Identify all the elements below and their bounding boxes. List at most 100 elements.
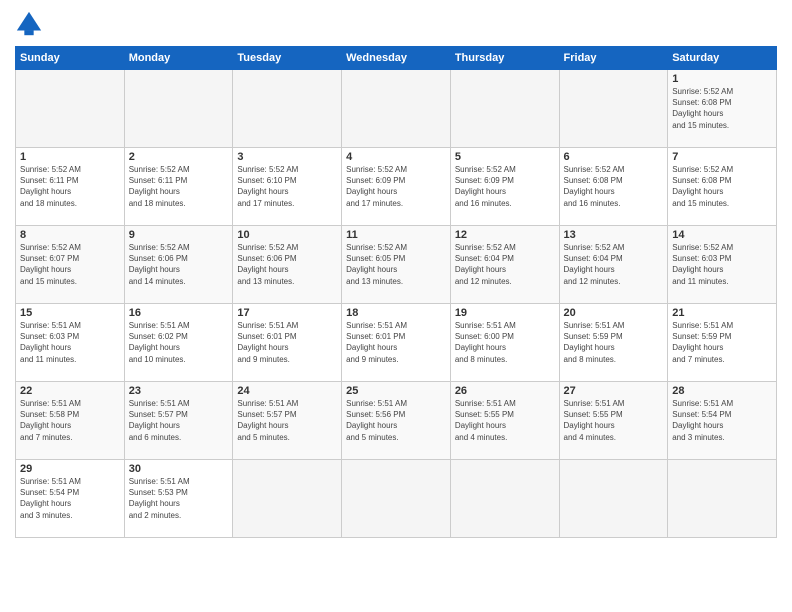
day-number: 21 bbox=[672, 307, 772, 319]
day-number: 8 bbox=[20, 229, 120, 241]
day-number: 17 bbox=[237, 307, 337, 319]
calendar-day: 12 Sunrise: 5:52 AM Sunset: 6:04 PM Dayl… bbox=[450, 226, 559, 304]
day-info: Sunrise: 5:52 AM Sunset: 6:06 PM Dayligh… bbox=[129, 242, 229, 287]
day-number: 22 bbox=[20, 385, 120, 397]
day-number: 27 bbox=[564, 385, 664, 397]
calendar-day: 20 Sunrise: 5:51 AM Sunset: 5:59 PM Dayl… bbox=[559, 304, 668, 382]
calendar-day: 14 Sunrise: 5:52 AM Sunset: 6:03 PM Dayl… bbox=[668, 226, 777, 304]
calendar-day: 6 Sunrise: 5:52 AM Sunset: 6:08 PM Dayli… bbox=[559, 148, 668, 226]
day-number: 25 bbox=[346, 385, 446, 397]
day-info: Sunrise: 5:51 AM Sunset: 6:01 PM Dayligh… bbox=[346, 320, 446, 365]
day-info: Sunrise: 5:52 AM Sunset: 6:08 PM Dayligh… bbox=[672, 164, 772, 209]
day-number: 15 bbox=[20, 307, 120, 319]
day-number: 11 bbox=[346, 229, 446, 241]
calendar-day: 10 Sunrise: 5:52 AM Sunset: 6:06 PM Dayl… bbox=[233, 226, 342, 304]
day-info: Sunrise: 5:52 AM Sunset: 6:07 PM Dayligh… bbox=[20, 242, 120, 287]
day-number: 4 bbox=[346, 151, 446, 163]
day-info: Sunrise: 5:51 AM Sunset: 5:59 PM Dayligh… bbox=[564, 320, 664, 365]
day-info: Sunrise: 5:52 AM Sunset: 6:11 PM Dayligh… bbox=[129, 164, 229, 209]
calendar-week: 29 Sunrise: 5:51 AM Sunset: 5:54 PM Dayl… bbox=[16, 460, 777, 538]
day-info: Sunrise: 5:51 AM Sunset: 6:01 PM Dayligh… bbox=[237, 320, 337, 365]
calendar-day: 19 Sunrise: 5:51 AM Sunset: 6:00 PM Dayl… bbox=[450, 304, 559, 382]
day-info: Sunrise: 5:51 AM Sunset: 5:53 PM Dayligh… bbox=[129, 476, 229, 521]
calendar-day: 5 Sunrise: 5:52 AM Sunset: 6:09 PM Dayli… bbox=[450, 148, 559, 226]
calendar-day: 1 Sunrise: 5:52 AM Sunset: 6:11 PM Dayli… bbox=[16, 148, 125, 226]
calendar-day: 23 Sunrise: 5:51 AM Sunset: 5:57 PM Dayl… bbox=[124, 382, 233, 460]
day-info: Sunrise: 5:51 AM Sunset: 5:57 PM Dayligh… bbox=[129, 398, 229, 443]
calendar-day: 13 Sunrise: 5:52 AM Sunset: 6:04 PM Dayl… bbox=[559, 226, 668, 304]
day-header: Wednesday bbox=[342, 47, 451, 70]
day-info: Sunrise: 5:52 AM Sunset: 6:06 PM Dayligh… bbox=[237, 242, 337, 287]
day-header: Sunday bbox=[16, 47, 125, 70]
day-info: Sunrise: 5:51 AM Sunset: 5:59 PM Dayligh… bbox=[672, 320, 772, 365]
day-info: Sunrise: 5:51 AM Sunset: 6:03 PM Dayligh… bbox=[20, 320, 120, 365]
calendar-container: SundayMondayTuesdayWednesdayThursdayFrid… bbox=[0, 0, 792, 612]
calendar-day: 4 Sunrise: 5:52 AM Sunset: 6:09 PM Dayli… bbox=[342, 148, 451, 226]
day-number: 26 bbox=[455, 385, 555, 397]
day-info: Sunrise: 5:51 AM Sunset: 5:55 PM Dayligh… bbox=[455, 398, 555, 443]
day-info: Sunrise: 5:52 AM Sunset: 6:04 PM Dayligh… bbox=[455, 242, 555, 287]
day-info: Sunrise: 5:52 AM Sunset: 6:08 PM Dayligh… bbox=[672, 86, 772, 131]
day-info: Sunrise: 5:51 AM Sunset: 5:58 PM Dayligh… bbox=[20, 398, 120, 443]
day-info: Sunrise: 5:52 AM Sunset: 6:10 PM Dayligh… bbox=[237, 164, 337, 209]
calendar-day bbox=[124, 70, 233, 148]
calendar-week: 1 Sunrise: 5:52 AM Sunset: 6:11 PM Dayli… bbox=[16, 148, 777, 226]
calendar-body: 1 Sunrise: 5:52 AM Sunset: 6:08 PM Dayli… bbox=[16, 70, 777, 538]
day-header: Thursday bbox=[450, 47, 559, 70]
day-number: 16 bbox=[129, 307, 229, 319]
day-header: Tuesday bbox=[233, 47, 342, 70]
calendar-day: 27 Sunrise: 5:51 AM Sunset: 5:55 PM Dayl… bbox=[559, 382, 668, 460]
calendar-day bbox=[233, 70, 342, 148]
day-number: 6 bbox=[564, 151, 664, 163]
calendar-day bbox=[668, 460, 777, 538]
day-number: 29 bbox=[20, 463, 120, 475]
day-number: 14 bbox=[672, 229, 772, 241]
day-info: Sunrise: 5:52 AM Sunset: 6:08 PM Dayligh… bbox=[564, 164, 664, 209]
calendar-day: 15 Sunrise: 5:51 AM Sunset: 6:03 PM Dayl… bbox=[16, 304, 125, 382]
calendar-day bbox=[16, 70, 125, 148]
day-info: Sunrise: 5:52 AM Sunset: 6:09 PM Dayligh… bbox=[455, 164, 555, 209]
day-number: 3 bbox=[237, 151, 337, 163]
day-header: Monday bbox=[124, 47, 233, 70]
calendar-day: 26 Sunrise: 5:51 AM Sunset: 5:55 PM Dayl… bbox=[450, 382, 559, 460]
calendar-day: 25 Sunrise: 5:51 AM Sunset: 5:56 PM Dayl… bbox=[342, 382, 451, 460]
calendar-day: 7 Sunrise: 5:52 AM Sunset: 6:08 PM Dayli… bbox=[668, 148, 777, 226]
day-number: 10 bbox=[237, 229, 337, 241]
calendar-day bbox=[342, 70, 451, 148]
calendar-week: 1 Sunrise: 5:52 AM Sunset: 6:08 PM Dayli… bbox=[16, 70, 777, 148]
day-headers: SundayMondayTuesdayWednesdayThursdayFrid… bbox=[16, 47, 777, 70]
day-info: Sunrise: 5:51 AM Sunset: 5:56 PM Dayligh… bbox=[346, 398, 446, 443]
day-number: 20 bbox=[564, 307, 664, 319]
day-info: Sunrise: 5:52 AM Sunset: 6:09 PM Dayligh… bbox=[346, 164, 446, 209]
calendar-day: 16 Sunrise: 5:51 AM Sunset: 6:02 PM Dayl… bbox=[124, 304, 233, 382]
calendar-day: 18 Sunrise: 5:51 AM Sunset: 6:01 PM Dayl… bbox=[342, 304, 451, 382]
day-number: 9 bbox=[129, 229, 229, 241]
calendar-day bbox=[450, 460, 559, 538]
day-info: Sunrise: 5:51 AM Sunset: 6:00 PM Dayligh… bbox=[455, 320, 555, 365]
logo-icon bbox=[15, 10, 43, 38]
day-number: 7 bbox=[672, 151, 772, 163]
calendar-day: 30 Sunrise: 5:51 AM Sunset: 5:53 PM Dayl… bbox=[124, 460, 233, 538]
calendar-day: 9 Sunrise: 5:52 AM Sunset: 6:06 PM Dayli… bbox=[124, 226, 233, 304]
day-number: 12 bbox=[455, 229, 555, 241]
calendar-day: 17 Sunrise: 5:51 AM Sunset: 6:01 PM Dayl… bbox=[233, 304, 342, 382]
header bbox=[15, 10, 777, 38]
calendar-day: 29 Sunrise: 5:51 AM Sunset: 5:54 PM Dayl… bbox=[16, 460, 125, 538]
logo bbox=[15, 10, 45, 38]
day-number: 5 bbox=[455, 151, 555, 163]
calendar-day: 21 Sunrise: 5:51 AM Sunset: 5:59 PM Dayl… bbox=[668, 304, 777, 382]
calendar-day bbox=[233, 460, 342, 538]
calendar-day bbox=[559, 70, 668, 148]
day-number: 1 bbox=[672, 73, 772, 85]
day-info: Sunrise: 5:51 AM Sunset: 5:54 PM Dayligh… bbox=[672, 398, 772, 443]
calendar-day: 1 Sunrise: 5:52 AM Sunset: 6:08 PM Dayli… bbox=[668, 70, 777, 148]
day-number: 19 bbox=[455, 307, 555, 319]
calendar-week: 8 Sunrise: 5:52 AM Sunset: 6:07 PM Dayli… bbox=[16, 226, 777, 304]
day-number: 24 bbox=[237, 385, 337, 397]
day-number: 23 bbox=[129, 385, 229, 397]
calendar-day: 3 Sunrise: 5:52 AM Sunset: 6:10 PM Dayli… bbox=[233, 148, 342, 226]
day-info: Sunrise: 5:52 AM Sunset: 6:05 PM Dayligh… bbox=[346, 242, 446, 287]
calendar-table: SundayMondayTuesdayWednesdayThursdayFrid… bbox=[15, 46, 777, 538]
day-info: Sunrise: 5:51 AM Sunset: 5:57 PM Dayligh… bbox=[237, 398, 337, 443]
calendar-day bbox=[559, 460, 668, 538]
